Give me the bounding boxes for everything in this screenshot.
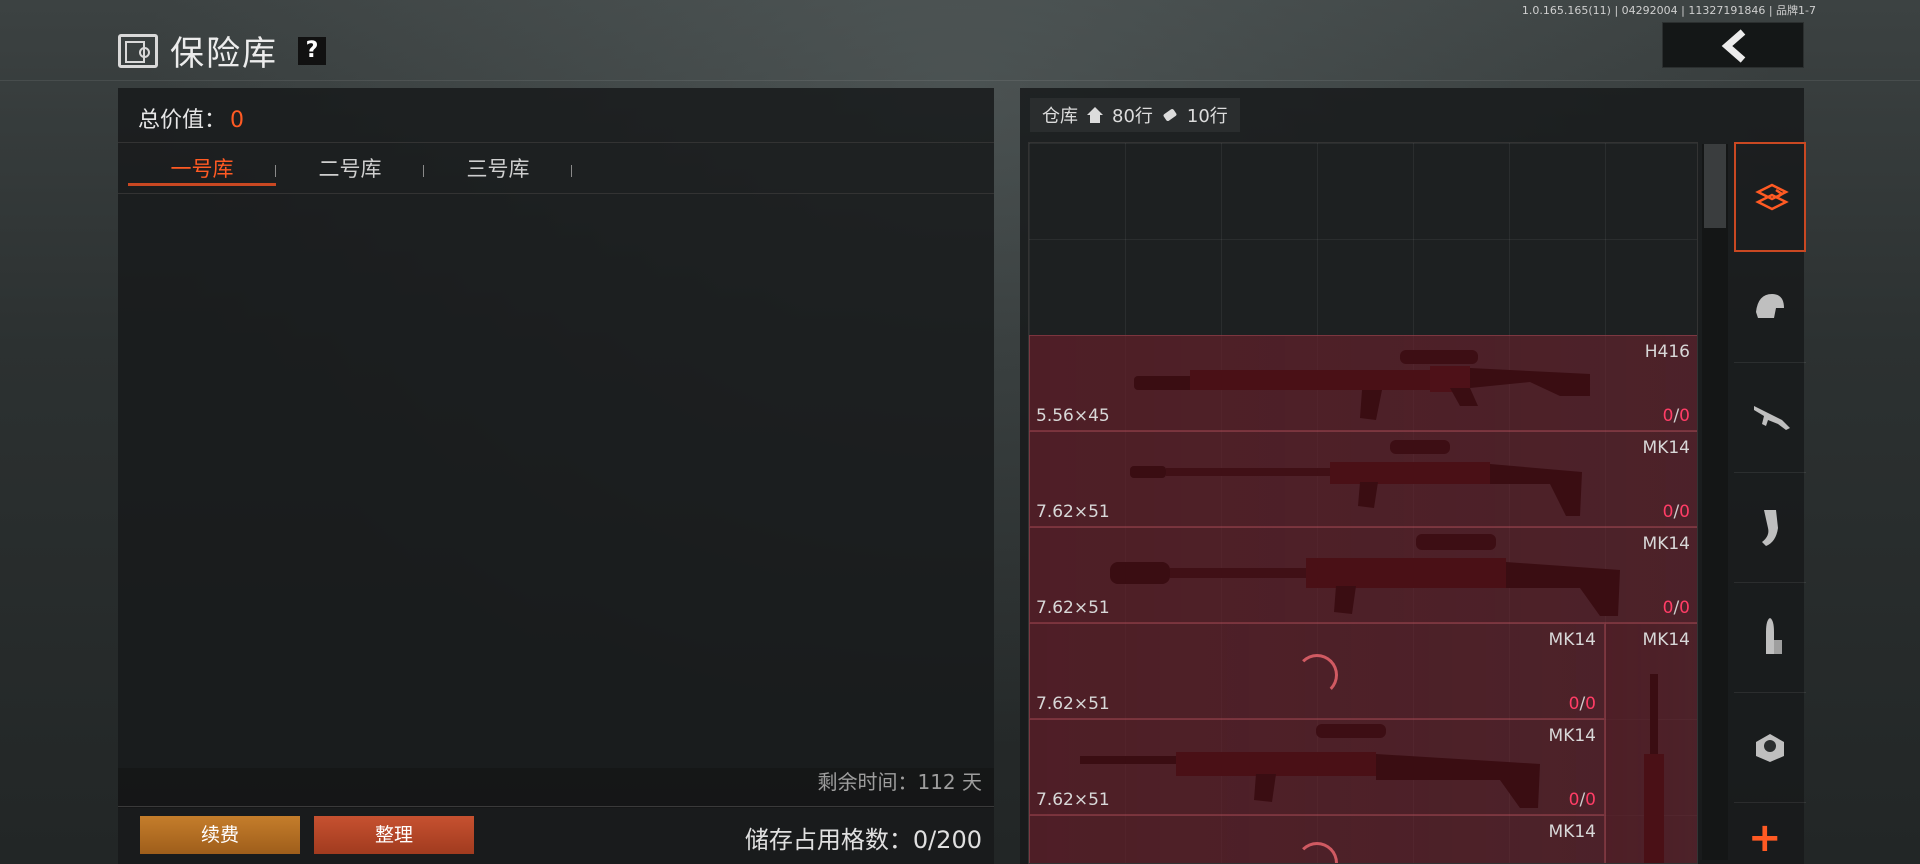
add-category-button[interactable]: +: [1748, 818, 1782, 858]
item-card[interactable]: MK14: [1029, 815, 1605, 863]
total-value-row: 总价值： 0: [138, 102, 244, 134]
rifle-image: [1134, 350, 1590, 420]
item-name: MK14: [1548, 822, 1596, 842]
item-name: MK14: [1642, 630, 1690, 650]
item-name: H416: [1644, 342, 1690, 362]
item-name: MK14: [1642, 438, 1690, 458]
tab-vault-2[interactable]: 二号库: [276, 153, 424, 183]
item-name: MK14: [1548, 630, 1596, 650]
category-armor[interactable]: [1734, 252, 1806, 363]
warehouse-scrollbar[interactable]: [1702, 144, 1728, 860]
category-attachments[interactable]: [1734, 692, 1806, 803]
scope-icon: [1756, 734, 1784, 762]
tab-vault-3[interactable]: 三号库: [424, 153, 572, 183]
safe-icon: [118, 33, 158, 68]
rifle-image: [1644, 674, 1664, 863]
item-card[interactable]: MK14 7.62×51 0/0: [1029, 719, 1605, 815]
item-ammo: 5.56×45: [1036, 406, 1110, 426]
active-tab-indicator: [128, 183, 276, 186]
divider: [118, 806, 994, 807]
help-button[interactable]: ?: [298, 36, 326, 65]
renew-button[interactable]: 续费: [140, 816, 300, 854]
category-deposit[interactable]: [1734, 142, 1806, 252]
rifle-image: [1130, 440, 1582, 516]
back-button[interactable]: [1662, 22, 1804, 68]
vault-panel: 总价值： 0 一号库 二号库 三号库 剩余时间：112 天 续费 整理 储存占用格…: [118, 88, 994, 864]
item-card[interactable]: MK14 7.62×51 0/0: [1029, 527, 1697, 623]
warehouse-label: 仓库: [1042, 106, 1078, 127]
chevron-left-icon: [1721, 29, 1746, 63]
magazine-icon: [1762, 510, 1778, 546]
sort-button[interactable]: 整理: [314, 816, 474, 854]
warehouse-rows-a: 80行: [1112, 106, 1153, 127]
version-text: 1.0.165.165(11) | 04292004 | 11327191846…: [1521, 4, 1816, 17]
tab-vault-1[interactable]: 一号库: [128, 153, 276, 183]
loading-spinner-icon: [1296, 654, 1338, 696]
ammo-icon: [1766, 618, 1782, 654]
tab-separator: [571, 165, 572, 177]
storage-capacity: 储存占用格数：0/200: [744, 826, 982, 854]
warehouse-header: 仓库 80行 10行: [1030, 98, 1240, 132]
rifle-image: [1080, 724, 1540, 808]
category-ammo[interactable]: [1734, 582, 1806, 693]
remaining-time: 剩余时间：112 天: [817, 770, 982, 794]
item-count: 0/0: [1662, 598, 1690, 618]
warehouse-panel: 仓库 80行 10行 H416 5.56×45 0/0 MK14 7.62×51…: [1020, 88, 1804, 864]
item-card[interactable]: MK14 7.62×51 0/0: [1029, 431, 1697, 527]
item-ammo: 7.62×51: [1036, 694, 1110, 714]
item-ammo: 7.62×51: [1036, 790, 1110, 810]
scrollbar-thumb[interactable]: [1704, 144, 1726, 228]
item-name: MK14: [1642, 534, 1690, 554]
item-card[interactable]: MK14 7.62×51 0/0: [1029, 623, 1605, 719]
loading-spinner-icon: [1296, 842, 1338, 863]
item-count: 0/0: [1662, 502, 1690, 522]
category-magazines[interactable]: [1734, 472, 1806, 583]
helmet-icon: [1756, 294, 1784, 318]
total-value: 0: [230, 108, 245, 133]
deposit-layers-icon: [1755, 183, 1789, 211]
category-weapons[interactable]: [1734, 362, 1806, 473]
tag-icon: [1163, 109, 1177, 121]
item-name: MK14: [1548, 726, 1596, 746]
home-icon: [1087, 107, 1103, 123]
item-ammo: 7.62×51: [1036, 598, 1110, 618]
page-title: 保险库: [170, 34, 278, 74]
page-header: 保险库 ?: [118, 26, 326, 75]
item-count: 0/0: [1568, 790, 1596, 810]
vault-tabs: 一号库 二号库 三号库: [118, 142, 994, 194]
category-sidebar: [1734, 142, 1806, 864]
rifle-image: [1110, 534, 1620, 616]
header-divider: [0, 80, 1920, 81]
rifle-icon: [1754, 406, 1790, 430]
item-ammo: 7.62×51: [1036, 502, 1110, 522]
item-card[interactable]: MK14: [1605, 623, 1697, 863]
warehouse-rows-b: 10行: [1186, 106, 1228, 127]
item-count: 0/0: [1662, 406, 1690, 426]
item-count: 0/0: [1568, 694, 1596, 714]
item-card[interactable]: H416 5.56×45 0/0: [1029, 335, 1697, 431]
warehouse-grid[interactable]: H416 5.56×45 0/0 MK14 7.62×51 0/0 MK14 7…: [1028, 142, 1698, 864]
total-value-label: 总价值：: [138, 108, 227, 133]
